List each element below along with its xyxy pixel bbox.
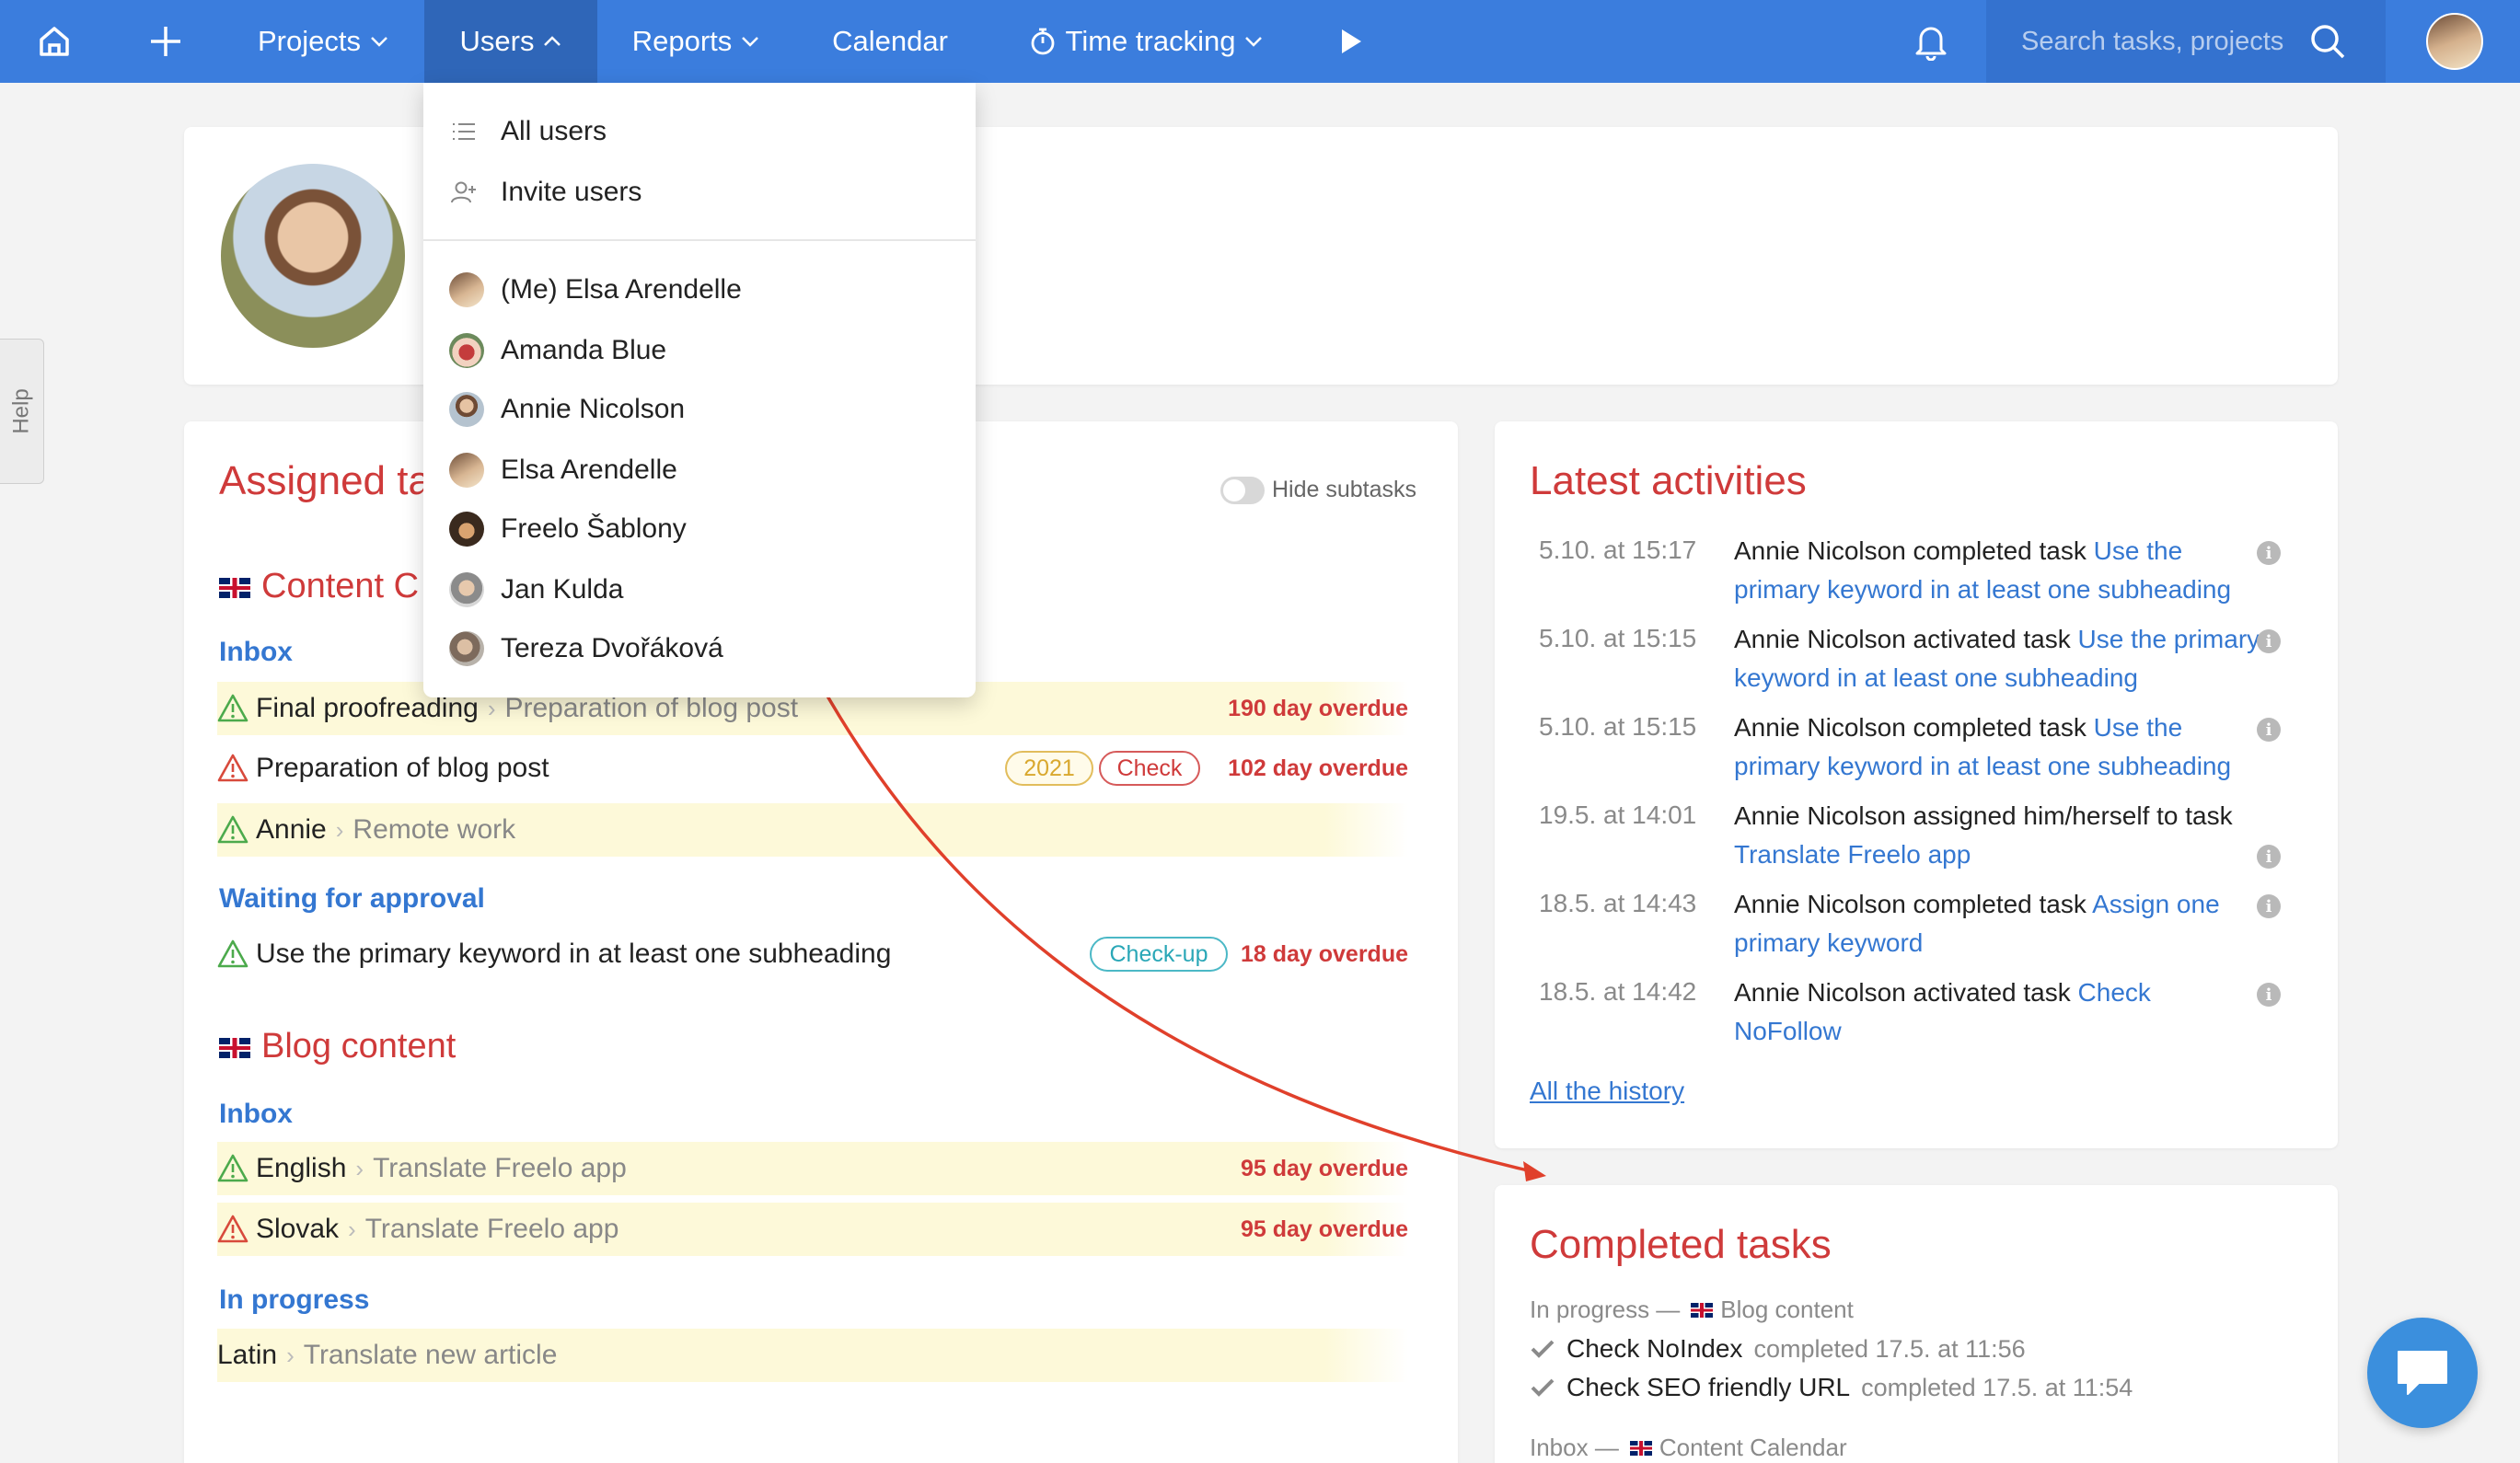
menu-user-name: Jan Kulda (501, 574, 624, 605)
menu-divider (423, 239, 976, 241)
user-avatar (449, 572, 484, 607)
menu-user-name: (Me) Elsa Arendelle (501, 274, 742, 305)
user-avatar (449, 453, 484, 488)
menu-user-name: Tereza Dvořáková (501, 633, 723, 663)
menu-item-user[interactable]: Annie Nicolson (449, 386, 685, 432)
menu-item-label: Invite users (501, 177, 642, 207)
user-avatar (449, 631, 484, 666)
annotation-arrow (707, 424, 1546, 1181)
menu-item-invite-users[interactable]: Invite users (449, 169, 642, 215)
menu-item-label: All users (501, 116, 607, 146)
users-dropdown-menu: All users Invite users (Me) Elsa Arendel… (423, 83, 976, 697)
menu-item-user[interactable]: Tereza Dvořáková (449, 626, 723, 672)
user-avatar (449, 333, 484, 368)
user-avatar (449, 512, 484, 547)
menu-item-all-users[interactable]: All users (449, 109, 607, 155)
menu-user-name: Elsa Arendelle (501, 455, 677, 485)
menu-item-user[interactable]: Elsa Arendelle (449, 447, 677, 493)
menu-item-user[interactable]: Jan Kulda (449, 567, 623, 613)
menu-item-user[interactable]: Amanda Blue (449, 328, 666, 374)
user-avatar (449, 272, 484, 307)
list-icon (453, 123, 475, 140)
user-plus-icon (451, 181, 476, 203)
menu-item-user[interactable]: (Me) Elsa Arendelle (449, 267, 742, 313)
chat-button[interactable] (2367, 1318, 2478, 1428)
menu-item-user[interactable]: Freelo Šablony (449, 506, 687, 552)
menu-user-name: Annie Nicolson (501, 394, 686, 424)
menu-user-name: Freelo Šablony (501, 513, 687, 544)
user-avatar (449, 392, 484, 427)
menu-user-name: Amanda Blue (501, 335, 667, 365)
chat-bubble-icon (2398, 1351, 2447, 1395)
